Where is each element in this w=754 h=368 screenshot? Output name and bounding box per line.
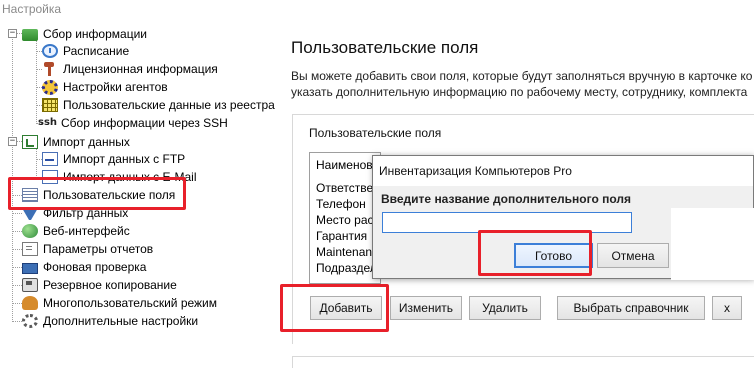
tree-item-label: Пользовательские данные из реестра [63, 98, 275, 112]
registry-grid-icon [42, 98, 58, 112]
backup-icon [22, 278, 38, 292]
tree-item-data-import[interactable]: Импорт данных [22, 133, 130, 151]
tree-item-web-interface[interactable]: Веб-интерфейс [22, 222, 130, 240]
list-item[interactable]: Место рас [316, 213, 374, 227]
tree-item-label: Параметры отчетов [43, 242, 154, 256]
settings-icon [22, 314, 38, 328]
description-line-2: указать дополнительную информацию по раб… [291, 85, 748, 99]
list-item[interactable]: Ответствен [316, 181, 380, 195]
tree-selection-highlight [8, 177, 186, 210]
tree-item-label: Импорт данных с FTP [63, 152, 186, 166]
import-icon [22, 135, 38, 149]
tree-item-label: Импорт данных [43, 135, 130, 149]
tree-item-label: Дополнительные настройки [43, 314, 199, 328]
tree-item-report-params[interactable]: Параметры отчетов [22, 240, 153, 258]
tree-item-label: Многопользовательский режим [43, 296, 218, 310]
collapse-expander[interactable]: − [8, 29, 17, 38]
dialog-titlebar[interactable]: Инвентаризация Компьютеров Pro [373, 156, 753, 186]
ssh-icon: ssh [38, 117, 58, 128]
description-line-1: Вы можете добавить свои поля, которые бу… [291, 69, 753, 83]
tree-item-label: Сбор информации [43, 27, 147, 41]
tree-item-background-check[interactable]: Фоновая проверка [22, 258, 146, 276]
ok-button-highlight [478, 230, 592, 276]
custom-fields-list[interactable]: Наименова Ответствен Телефон Место рас Г… [309, 152, 381, 284]
cancel-button[interactable]: Отмена [597, 243, 669, 268]
tree-item-label: Сбор информации через SSH [61, 116, 228, 130]
users-icon [22, 296, 38, 310]
ftp-import-icon [42, 152, 58, 166]
close-reference-button[interactable]: x [712, 296, 742, 320]
tree-item-label: Резервное копирование [43, 278, 177, 292]
tree-item-label: Веб-интерфейс [43, 224, 130, 238]
tree-item-data-collection[interactable]: Сбор информации [22, 25, 147, 43]
edit-button[interactable]: Изменить [390, 296, 462, 320]
globe-icon [22, 224, 38, 238]
key-icon [42, 61, 58, 77]
tree-item-multiuser[interactable]: Многопользовательский режим [22, 294, 217, 312]
tree-item-schedule[interactable]: Расписание [42, 42, 129, 60]
tree-item-advanced-settings[interactable]: Дополнительные настройки [22, 312, 198, 330]
tree-item-label: Фоновая проверка [43, 260, 147, 274]
dialog-side-area [671, 208, 754, 280]
list-column-header[interactable]: Наименова [316, 158, 379, 172]
list-item[interactable]: Подраздел [316, 261, 377, 275]
tree-item-registry-data[interactable]: Пользовательские данные из реестра [42, 96, 275, 114]
report-icon [22, 242, 38, 256]
choose-reference-button[interactable]: Выбрать справочник [557, 296, 705, 320]
clock-icon [42, 44, 58, 58]
window-title: Настройка [2, 2, 62, 16]
list-item[interactable]: Телефон [316, 197, 366, 211]
dialog-prompt: Введите название дополнительного поля [381, 192, 632, 206]
folder-icon [22, 29, 38, 41]
add-button-highlight [280, 284, 389, 332]
tree-item-label: Настройки агентов [63, 80, 168, 94]
page-title: Пользовательские поля [291, 38, 479, 57]
gear-icon [42, 79, 58, 95]
tree-item-label: Расписание [63, 44, 130, 58]
tree-item-agent-settings[interactable]: Настройки агентов [42, 78, 168, 96]
list-item[interactable]: Maintenanc [316, 245, 378, 259]
dialog-title: Инвентаризация Компьютеров Pro [379, 164, 572, 178]
delete-button[interactable]: Удалить [469, 296, 541, 320]
tree-item-ssh[interactable]: ssh Сбор информации через SSH [38, 114, 228, 132]
panel-title: Пользовательские поля [309, 126, 442, 140]
list-item[interactable]: Гарантия [316, 229, 367, 243]
monitor-icon [22, 262, 38, 274]
tree-item-license[interactable]: Лицензионная информация [42, 60, 218, 78]
tree-item-label: Лицензионная информация [63, 62, 218, 76]
collapse-expander[interactable]: − [8, 137, 17, 146]
page-description: Вы можете добавить свои поля, которые бу… [291, 68, 754, 100]
tree-item-backup[interactable]: Резервное копирование [22, 276, 177, 294]
tree-item-ftp-import[interactable]: Импорт данных с FTP [42, 150, 185, 168]
bottom-panel [292, 356, 754, 368]
